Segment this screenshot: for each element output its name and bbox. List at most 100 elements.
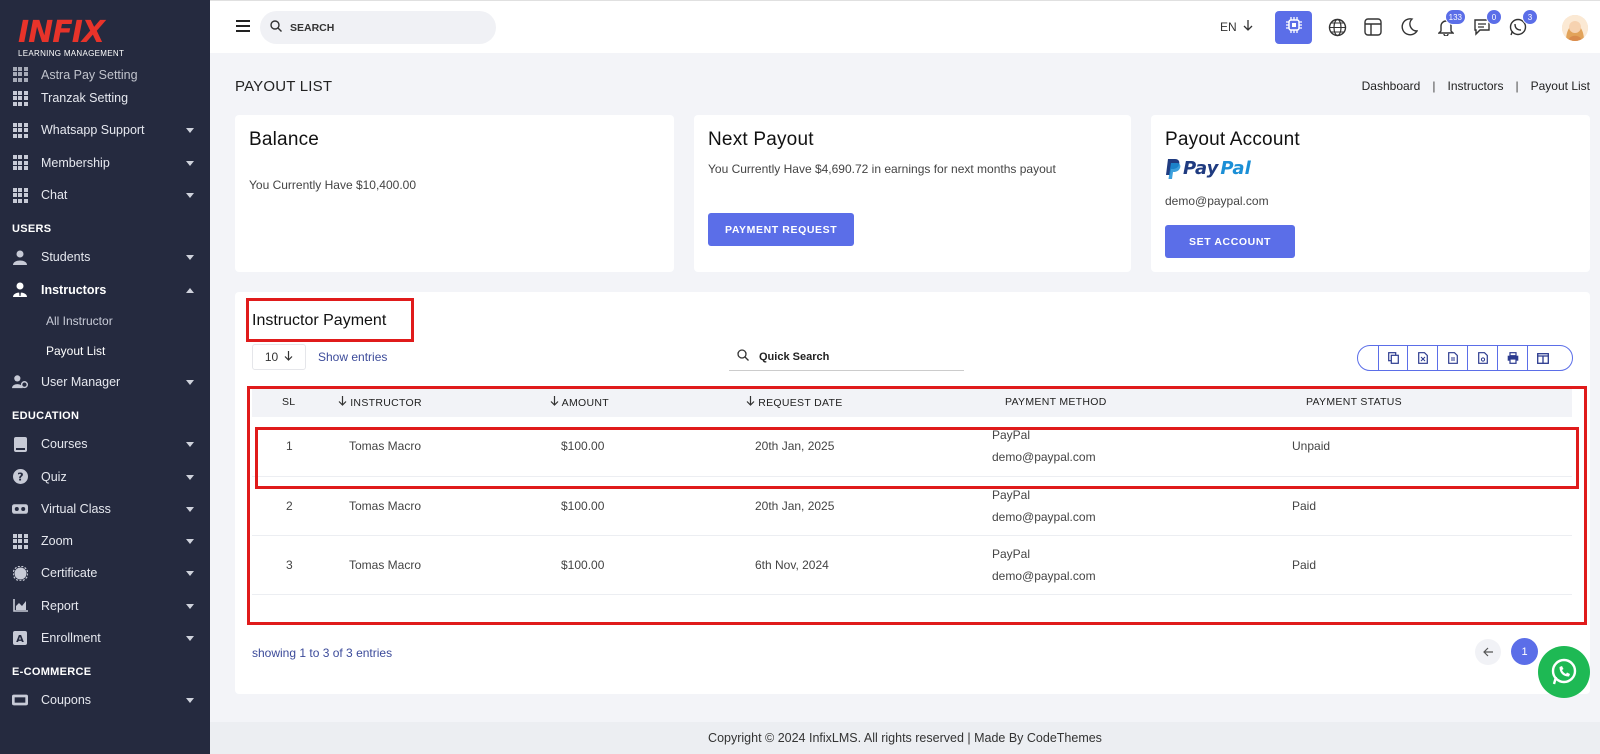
chevron-down-icon bbox=[186, 255, 194, 261]
pagination-prev-button[interactable] bbox=[1475, 639, 1501, 665]
export-excel-button[interactable] bbox=[1408, 346, 1438, 370]
global-search-input[interactable] bbox=[290, 21, 480, 34]
sidebar-subitem-all-instructor[interactable]: All Instructor bbox=[0, 306, 210, 336]
sidebar-item-user-manager[interactable]: User Manager bbox=[0, 366, 210, 398]
payment-method-name: PayPal bbox=[992, 487, 1031, 502]
sidebar-subitem-payout-list[interactable]: Payout List bbox=[0, 336, 210, 366]
column-visibility-button[interactable] bbox=[1528, 346, 1558, 370]
instructor-payment-card: Instructor Payment 10 Show entries Quick… bbox=[235, 292, 1590, 694]
sort-arrow-icon bbox=[550, 395, 562, 409]
column-header-sl[interactable]: SL bbox=[252, 387, 338, 417]
search-icon bbox=[270, 19, 282, 37]
chevron-down-icon bbox=[186, 539, 194, 545]
svg-text:A: A bbox=[16, 634, 24, 645]
breadcrumb-separator: | bbox=[1432, 79, 1436, 93]
sidebar-item-membership[interactable]: Membership bbox=[0, 147, 210, 179]
export-pdf-button[interactable] bbox=[1468, 346, 1498, 370]
sidebar-item-report[interactable]: Report bbox=[0, 590, 210, 622]
export-csv-button[interactable] bbox=[1438, 346, 1468, 370]
payout-account-title: Payout Account bbox=[1165, 129, 1300, 150]
payment-method-name: PayPal bbox=[992, 428, 1031, 443]
breadcrumb-instructors[interactable]: Instructors bbox=[1447, 79, 1503, 93]
topbar: EN 133 0 3 bbox=[210, 0, 1600, 53]
chevron-down-icon bbox=[186, 636, 194, 641]
pagination-page-1[interactable]: 1 bbox=[1511, 638, 1538, 665]
sidebar-item-zoom[interactable]: Zoom bbox=[0, 525, 210, 557]
chip-settings-button[interactable] bbox=[1275, 11, 1312, 44]
instructor-payment-title: Instructor Payment bbox=[252, 312, 387, 329]
quick-search-input[interactable] bbox=[759, 350, 949, 363]
globe-icon[interactable] bbox=[1327, 17, 1347, 37]
payment-request-button[interactable]: PAYMENT REQUEST bbox=[708, 213, 855, 246]
sidebar-item-label: Zoom bbox=[41, 534, 73, 549]
sidebar-item-courses[interactable]: Courses bbox=[0, 428, 210, 460]
columns-icon bbox=[1537, 352, 1549, 364]
sidebar-item-virtual-class[interactable]: Virtual Class bbox=[0, 493, 210, 525]
copy-icon bbox=[1387, 352, 1399, 364]
column-header-instructor[interactable]: INSTRUCTOR bbox=[338, 387, 550, 417]
entries-per-page-select[interactable]: 10 bbox=[252, 344, 306, 370]
logo[interactable]: INFIX LEARNING MANAGEMENT bbox=[18, 18, 128, 62]
message-icon[interactable]: 0 bbox=[1472, 9, 1502, 37]
notification-count-badge: 133 bbox=[1444, 9, 1466, 25]
layout-icon[interactable] bbox=[1363, 17, 1383, 37]
sidebar-item-chat[interactable]: Chat bbox=[0, 179, 210, 211]
column-header-label: INSTRUCTOR bbox=[350, 396, 422, 409]
arrow-down-icon bbox=[284, 350, 293, 364]
paypal-logo-pay: Pay bbox=[1183, 158, 1219, 179]
instructor-payment-table: SL INSTRUCTOR AMOUNT REQUEST DATE PAYMEN… bbox=[252, 387, 1572, 595]
svg-text:?: ? bbox=[17, 471, 23, 484]
balance-text: You Currently Have $10,400.00 bbox=[249, 178, 417, 192]
cell-sl: 1 bbox=[252, 417, 338, 477]
chevron-down-icon bbox=[186, 603, 194, 609]
next-payout-title: Next Payout bbox=[708, 129, 814, 150]
footer: Copyright © 2024 InfixLMS. All rights re… bbox=[210, 722, 1600, 754]
breadcrumb-dashboard[interactable]: Dashboard bbox=[1362, 79, 1421, 93]
chip-icon bbox=[1285, 16, 1303, 39]
column-header-request-date[interactable]: REQUEST DATE bbox=[746, 387, 992, 417]
column-header-payment-method[interactable]: PAYMENT METHOD bbox=[992, 387, 1292, 417]
sidebar-item-students[interactable]: Students bbox=[0, 241, 210, 273]
cell-sl: 2 bbox=[252, 476, 338, 536]
paypal-logo: Pay Pal bbox=[1165, 158, 1576, 179]
whatsapp-count-badge: 3 bbox=[1522, 9, 1538, 25]
sidebar-item-label: Virtual Class bbox=[41, 501, 111, 516]
whatsapp-chat-button[interactable] bbox=[1538, 646, 1590, 698]
sidebar-item-label: Courses bbox=[41, 437, 88, 452]
sidebar-item-instructors[interactable]: Instructors bbox=[0, 273, 210, 305]
avatar[interactable] bbox=[1562, 15, 1588, 41]
grid-icon bbox=[12, 533, 28, 549]
print-button[interactable] bbox=[1498, 346, 1528, 370]
language-selector[interactable]: EN bbox=[1220, 20, 1253, 34]
sidebar-item-label: Instructors bbox=[41, 282, 107, 297]
chevron-down-icon bbox=[186, 442, 194, 448]
sidebar-item-tranzak[interactable]: Tranzak Setting bbox=[0, 82, 210, 114]
page-title: PAYOUT LIST bbox=[235, 78, 333, 95]
cell-payment-status: Paid bbox=[1292, 476, 1572, 536]
cell-request-date: 20th Jan, 2025 bbox=[746, 476, 992, 536]
copy-button[interactable] bbox=[1378, 346, 1408, 370]
enrollment-icon: A bbox=[12, 630, 28, 646]
breadcrumb-payout-list: Payout List bbox=[1530, 79, 1590, 93]
entries-control: 10 Show entries bbox=[252, 344, 387, 370]
sidebar-item-quiz[interactable]: ? Quiz bbox=[0, 460, 210, 492]
sidebar-item-whatsapp-support[interactable]: Whatsapp Support bbox=[0, 114, 210, 146]
sidebar-item-certificate[interactable]: Certificate bbox=[0, 557, 210, 589]
moon-icon[interactable] bbox=[1399, 17, 1419, 37]
whatsapp-icon[interactable]: 3 bbox=[1508, 9, 1538, 37]
next-payout-card: Next Payout You Currently Have $4,690.72… bbox=[694, 115, 1131, 272]
chevron-down-icon bbox=[186, 379, 194, 385]
chevron-down-icon bbox=[186, 128, 194, 134]
hamburger-menu-icon[interactable] bbox=[236, 20, 250, 32]
sidebar-item-label: Enrollment bbox=[41, 631, 101, 645]
payment-method-email: demo@paypal.com bbox=[992, 509, 1096, 524]
column-header-payment-status[interactable]: PAYMENT STATUS bbox=[1292, 387, 1572, 417]
sidebar-item-label: Quiz bbox=[41, 469, 67, 484]
sidebar-item-coupons[interactable]: Coupons bbox=[0, 684, 210, 716]
sidebar-item-enrollment[interactable]: A Enrollment bbox=[0, 622, 210, 654]
notification-bell-icon[interactable]: 133 bbox=[1436, 9, 1466, 37]
column-header-amount[interactable]: AMOUNT bbox=[550, 387, 746, 417]
set-account-button[interactable]: SET ACCOUNT bbox=[1165, 225, 1296, 258]
sidebar-item-astra-pay[interactable]: Astra Pay Setting bbox=[0, 60, 210, 82]
cell-amount: $100.00 bbox=[550, 535, 746, 595]
